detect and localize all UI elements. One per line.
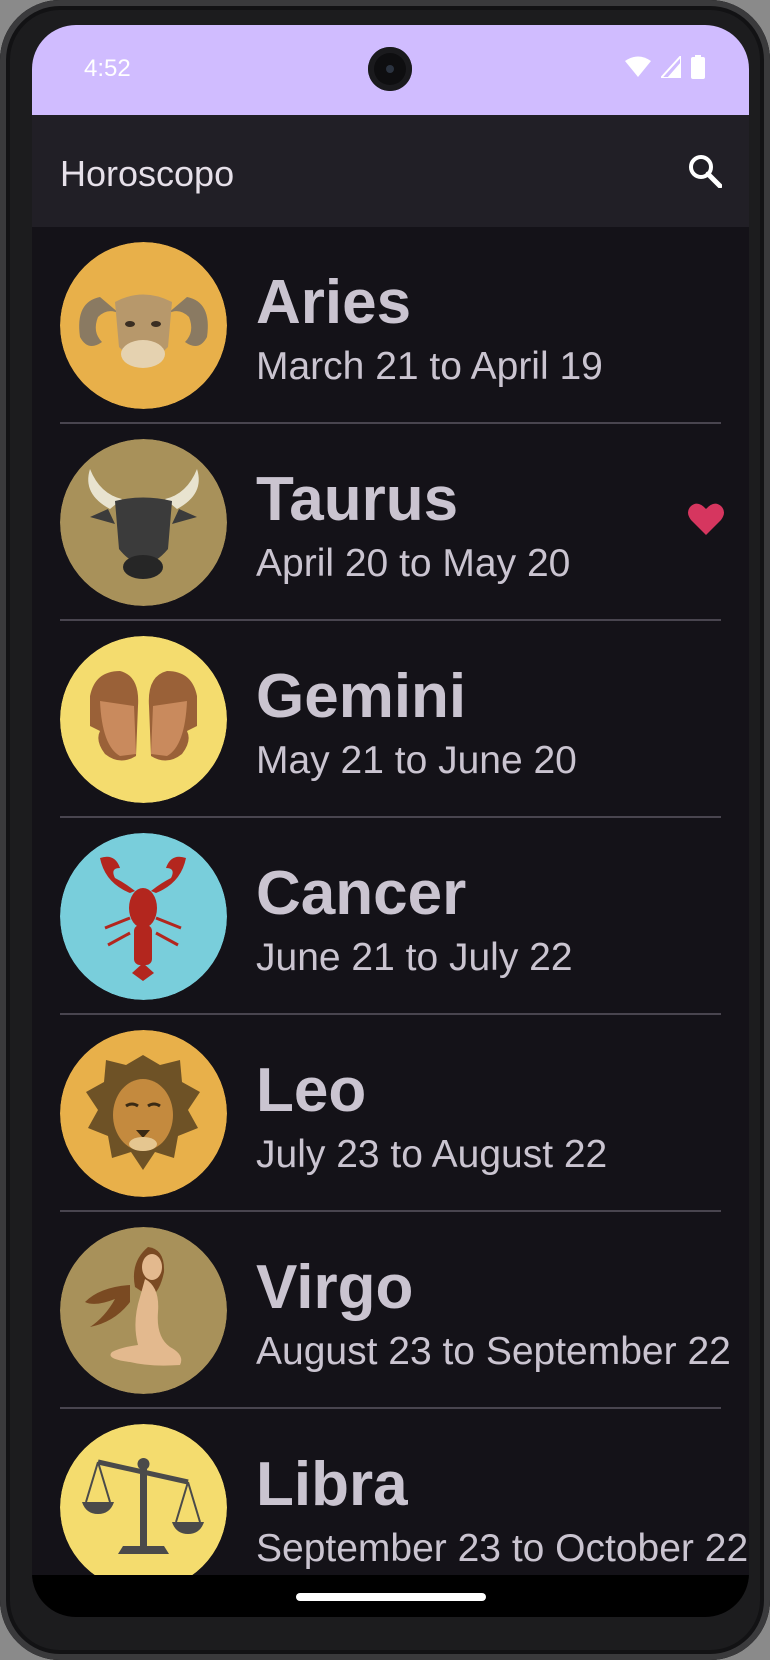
sign-dates: May 21 to June 20 <box>256 739 577 782</box>
sign-name: Libra <box>256 1450 408 1519</box>
favorite-button[interactable] <box>687 502 725 541</box>
list-item-leo[interactable]: Leo July 23 to August 22 <box>32 1015 749 1212</box>
screen: 4:52 Horoscopo Aries March 21 to April 1… <box>32 25 749 1617</box>
device-frame: 4:52 Horoscopo Aries March 21 to April 1… <box>0 0 770 1660</box>
sign-dates: July 23 to August 22 <box>256 1133 608 1176</box>
list-item-gemini[interactable]: Gemini May 21 to June 20 <box>32 621 749 818</box>
bull-icon <box>60 439 227 606</box>
lobster-icon <box>60 833 227 1000</box>
signal-icon <box>661 56 681 78</box>
side-button <box>0 350 4 430</box>
sign-name: Aries <box>256 268 412 337</box>
ram-icon <box>60 242 227 409</box>
search-icon <box>689 155 722 188</box>
sign-dates: June 21 to July 22 <box>256 936 573 979</box>
side-button <box>0 120 4 150</box>
navigation-bar <box>32 1575 749 1617</box>
list-item-aries[interactable]: Aries March 21 to April 19 <box>32 227 749 424</box>
sign-name: Gemini <box>256 662 467 731</box>
status-icons <box>625 55 705 79</box>
sign-dates: April 20 to May 20 <box>256 542 571 585</box>
sign-name: Taurus <box>256 465 459 534</box>
sign-dates: March 21 to April 19 <box>256 345 603 388</box>
sign-name: Virgo <box>256 1253 414 1322</box>
lion-icon <box>60 1030 227 1197</box>
sign-name: Leo <box>256 1056 367 1125</box>
status-bar: 4:52 <box>32 25 749 115</box>
sign-dates: August 23 to September 22 <box>256 1330 731 1373</box>
app-title: Horoscopo <box>60 153 235 194</box>
twins-icon <box>60 636 227 803</box>
list-item-virgo[interactable]: Virgo August 23 to September 22 <box>32 1212 749 1409</box>
search-button[interactable] <box>683 149 727 193</box>
list-item-taurus[interactable]: Taurus April 20 to May 20 <box>32 424 749 621</box>
top-app-bar: Horoscopo <box>32 115 749 227</box>
battery-icon <box>691 55 705 79</box>
front-camera <box>368 47 412 91</box>
status-time: 4:52 <box>84 55 131 82</box>
scales-icon <box>60 1424 227 1591</box>
home-indicator[interactable] <box>296 1593 486 1601</box>
list-item-cancer[interactable]: Cancer June 21 to July 22 <box>32 818 749 1015</box>
maiden-icon <box>60 1227 227 1394</box>
sign-dates: September 23 to October 22 <box>256 1527 749 1570</box>
wifi-icon <box>625 56 651 77</box>
heart-icon <box>688 503 724 535</box>
sign-list[interactable]: Aries March 21 to April 19 Taurus April … <box>32 227 749 1606</box>
sign-name: Cancer <box>256 859 467 928</box>
